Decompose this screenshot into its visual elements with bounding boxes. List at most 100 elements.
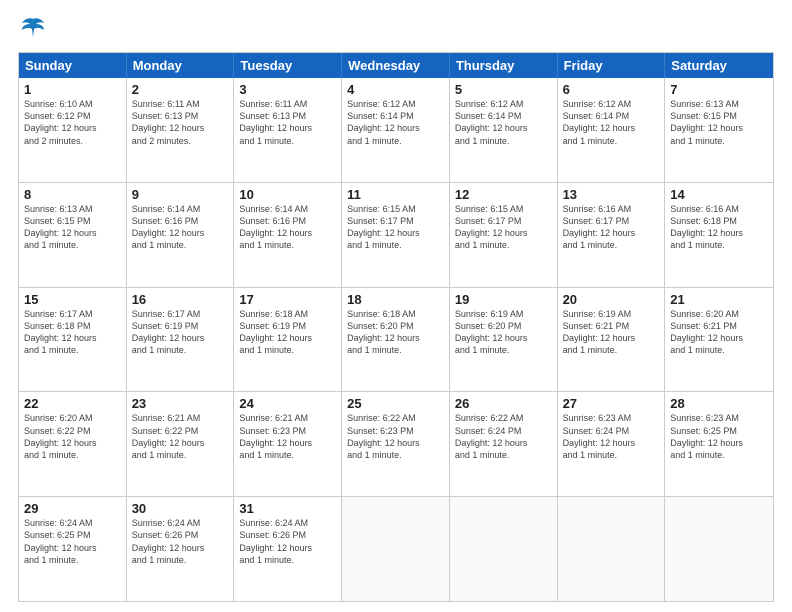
day-number: 30 — [132, 501, 229, 516]
calendar-day-14: 14Sunrise: 6:16 AMSunset: 6:18 PMDayligh… — [665, 183, 773, 287]
day-info: Sunrise: 6:10 AMSunset: 6:12 PMDaylight:… — [24, 98, 121, 147]
calendar-empty-cell — [665, 497, 773, 601]
day-header-saturday: Saturday — [665, 53, 773, 78]
calendar-day-24: 24Sunrise: 6:21 AMSunset: 6:23 PMDayligh… — [234, 392, 342, 496]
day-number: 5 — [455, 82, 552, 97]
calendar-day-19: 19Sunrise: 6:19 AMSunset: 6:20 PMDayligh… — [450, 288, 558, 392]
day-info: Sunrise: 6:19 AMSunset: 6:21 PMDaylight:… — [563, 308, 660, 357]
day-info: Sunrise: 6:13 AMSunset: 6:15 PMDaylight:… — [670, 98, 768, 147]
calendar-day-8: 8Sunrise: 6:13 AMSunset: 6:15 PMDaylight… — [19, 183, 127, 287]
day-info: Sunrise: 6:20 AMSunset: 6:22 PMDaylight:… — [24, 412, 121, 461]
day-info: Sunrise: 6:18 AMSunset: 6:20 PMDaylight:… — [347, 308, 444, 357]
calendar-day-2: 2Sunrise: 6:11 AMSunset: 6:13 PMDaylight… — [127, 78, 235, 182]
calendar-day-29: 29Sunrise: 6:24 AMSunset: 6:25 PMDayligh… — [19, 497, 127, 601]
calendar-day-11: 11Sunrise: 6:15 AMSunset: 6:17 PMDayligh… — [342, 183, 450, 287]
calendar: SundayMondayTuesdayWednesdayThursdayFrid… — [18, 52, 774, 602]
logo-text — [18, 18, 46, 42]
calendar-week-5: 29Sunrise: 6:24 AMSunset: 6:25 PMDayligh… — [19, 496, 773, 601]
day-number: 25 — [347, 396, 444, 411]
calendar-day-9: 9Sunrise: 6:14 AMSunset: 6:16 PMDaylight… — [127, 183, 235, 287]
day-info: Sunrise: 6:16 AMSunset: 6:18 PMDaylight:… — [670, 203, 768, 252]
day-header-sunday: Sunday — [19, 53, 127, 78]
day-header-monday: Monday — [127, 53, 235, 78]
day-number: 19 — [455, 292, 552, 307]
day-info: Sunrise: 6:22 AMSunset: 6:24 PMDaylight:… — [455, 412, 552, 461]
calendar-day-23: 23Sunrise: 6:21 AMSunset: 6:22 PMDayligh… — [127, 392, 235, 496]
calendar-day-7: 7Sunrise: 6:13 AMSunset: 6:15 PMDaylight… — [665, 78, 773, 182]
calendar-day-13: 13Sunrise: 6:16 AMSunset: 6:17 PMDayligh… — [558, 183, 666, 287]
day-info: Sunrise: 6:24 AMSunset: 6:26 PMDaylight:… — [239, 517, 336, 566]
calendar-day-20: 20Sunrise: 6:19 AMSunset: 6:21 PMDayligh… — [558, 288, 666, 392]
day-info: Sunrise: 6:19 AMSunset: 6:20 PMDaylight:… — [455, 308, 552, 357]
day-number: 7 — [670, 82, 768, 97]
day-info: Sunrise: 6:21 AMSunset: 6:22 PMDaylight:… — [132, 412, 229, 461]
calendar-week-1: 1Sunrise: 6:10 AMSunset: 6:12 PMDaylight… — [19, 78, 773, 182]
day-info: Sunrise: 6:13 AMSunset: 6:15 PMDaylight:… — [24, 203, 121, 252]
calendar-day-3: 3Sunrise: 6:11 AMSunset: 6:13 PMDaylight… — [234, 78, 342, 182]
day-number: 29 — [24, 501, 121, 516]
day-info: Sunrise: 6:23 AMSunset: 6:24 PMDaylight:… — [563, 412, 660, 461]
calendar-week-4: 22Sunrise: 6:20 AMSunset: 6:22 PMDayligh… — [19, 391, 773, 496]
day-number: 8 — [24, 187, 121, 202]
day-info: Sunrise: 6:14 AMSunset: 6:16 PMDaylight:… — [132, 203, 229, 252]
day-info: Sunrise: 6:18 AMSunset: 6:19 PMDaylight:… — [239, 308, 336, 357]
day-info: Sunrise: 6:15 AMSunset: 6:17 PMDaylight:… — [455, 203, 552, 252]
day-header-tuesday: Tuesday — [234, 53, 342, 78]
calendar-day-17: 17Sunrise: 6:18 AMSunset: 6:19 PMDayligh… — [234, 288, 342, 392]
day-number: 15 — [24, 292, 121, 307]
day-number: 16 — [132, 292, 229, 307]
day-number: 20 — [563, 292, 660, 307]
day-info: Sunrise: 6:23 AMSunset: 6:25 PMDaylight:… — [670, 412, 768, 461]
calendar-day-27: 27Sunrise: 6:23 AMSunset: 6:24 PMDayligh… — [558, 392, 666, 496]
calendar-day-10: 10Sunrise: 6:14 AMSunset: 6:16 PMDayligh… — [234, 183, 342, 287]
calendar-day-1: 1Sunrise: 6:10 AMSunset: 6:12 PMDaylight… — [19, 78, 127, 182]
day-info: Sunrise: 6:16 AMSunset: 6:17 PMDaylight:… — [563, 203, 660, 252]
day-number: 11 — [347, 187, 444, 202]
day-header-wednesday: Wednesday — [342, 53, 450, 78]
calendar-header: SundayMondayTuesdayWednesdayThursdayFrid… — [19, 53, 773, 78]
calendar-day-28: 28Sunrise: 6:23 AMSunset: 6:25 PMDayligh… — [665, 392, 773, 496]
day-number: 21 — [670, 292, 768, 307]
page: SundayMondayTuesdayWednesdayThursdayFrid… — [0, 0, 792, 612]
calendar-empty-cell — [558, 497, 666, 601]
day-number: 24 — [239, 396, 336, 411]
logo — [18, 18, 46, 42]
day-number: 10 — [239, 187, 336, 202]
day-number: 4 — [347, 82, 444, 97]
calendar-day-18: 18Sunrise: 6:18 AMSunset: 6:20 PMDayligh… — [342, 288, 450, 392]
day-number: 22 — [24, 396, 121, 411]
day-info: Sunrise: 6:22 AMSunset: 6:23 PMDaylight:… — [347, 412, 444, 461]
day-info: Sunrise: 6:17 AMSunset: 6:19 PMDaylight:… — [132, 308, 229, 357]
day-number: 1 — [24, 82, 121, 97]
calendar-day-6: 6Sunrise: 6:12 AMSunset: 6:14 PMDaylight… — [558, 78, 666, 182]
day-number: 13 — [563, 187, 660, 202]
day-number: 28 — [670, 396, 768, 411]
day-number: 9 — [132, 187, 229, 202]
day-number: 17 — [239, 292, 336, 307]
day-info: Sunrise: 6:12 AMSunset: 6:14 PMDaylight:… — [563, 98, 660, 147]
day-number: 3 — [239, 82, 336, 97]
calendar-day-25: 25Sunrise: 6:22 AMSunset: 6:23 PMDayligh… — [342, 392, 450, 496]
day-info: Sunrise: 6:24 AMSunset: 6:25 PMDaylight:… — [24, 517, 121, 566]
day-info: Sunrise: 6:12 AMSunset: 6:14 PMDaylight:… — [455, 98, 552, 147]
header — [18, 18, 774, 42]
calendar-day-16: 16Sunrise: 6:17 AMSunset: 6:19 PMDayligh… — [127, 288, 235, 392]
day-header-friday: Friday — [558, 53, 666, 78]
calendar-day-22: 22Sunrise: 6:20 AMSunset: 6:22 PMDayligh… — [19, 392, 127, 496]
day-number: 27 — [563, 396, 660, 411]
calendar-day-15: 15Sunrise: 6:17 AMSunset: 6:18 PMDayligh… — [19, 288, 127, 392]
day-info: Sunrise: 6:24 AMSunset: 6:26 PMDaylight:… — [132, 517, 229, 566]
day-header-thursday: Thursday — [450, 53, 558, 78]
calendar-day-26: 26Sunrise: 6:22 AMSunset: 6:24 PMDayligh… — [450, 392, 558, 496]
calendar-day-21: 21Sunrise: 6:20 AMSunset: 6:21 PMDayligh… — [665, 288, 773, 392]
day-info: Sunrise: 6:17 AMSunset: 6:18 PMDaylight:… — [24, 308, 121, 357]
calendar-day-12: 12Sunrise: 6:15 AMSunset: 6:17 PMDayligh… — [450, 183, 558, 287]
calendar-week-3: 15Sunrise: 6:17 AMSunset: 6:18 PMDayligh… — [19, 287, 773, 392]
day-number: 6 — [563, 82, 660, 97]
day-info: Sunrise: 6:11 AMSunset: 6:13 PMDaylight:… — [132, 98, 229, 147]
day-info: Sunrise: 6:21 AMSunset: 6:23 PMDaylight:… — [239, 412, 336, 461]
calendar-day-5: 5Sunrise: 6:12 AMSunset: 6:14 PMDaylight… — [450, 78, 558, 182]
day-info: Sunrise: 6:11 AMSunset: 6:13 PMDaylight:… — [239, 98, 336, 147]
day-info: Sunrise: 6:15 AMSunset: 6:17 PMDaylight:… — [347, 203, 444, 252]
day-info: Sunrise: 6:12 AMSunset: 6:14 PMDaylight:… — [347, 98, 444, 147]
